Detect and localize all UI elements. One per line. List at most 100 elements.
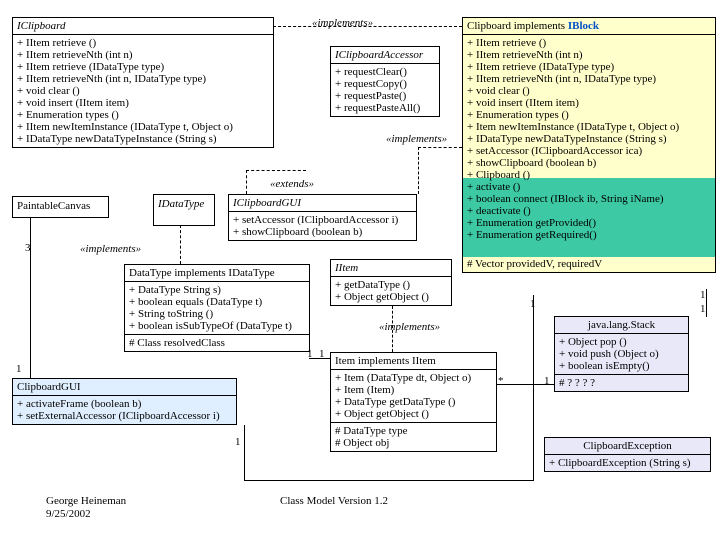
- line: [309, 358, 330, 359]
- class-title: IClipboard: [13, 18, 273, 35]
- footer-version: Class Model Version 1.2: [280, 495, 388, 507]
- class-exception: ClipboardException + ClipboardException …: [544, 437, 711, 472]
- op: + boolean connect (IBlock ib, String iNa…: [467, 193, 711, 205]
- op: + IItem retrieveNth (int n): [17, 49, 269, 61]
- attr: # Object obj: [335, 437, 492, 449]
- class-title: PaintableCanvas: [13, 197, 108, 215]
- class-title: ClipboardException: [545, 438, 710, 455]
- line: [418, 147, 419, 194]
- op: + Enumeration getRequired(): [467, 229, 711, 241]
- class-item: Item implements IItem + Item (DataType d…: [330, 352, 497, 452]
- mult: 1: [235, 436, 241, 448]
- op: + IDataType newDataTypeInstance (String …: [467, 133, 711, 145]
- class-body: + ClipboardException (String s): [545, 455, 710, 471]
- op: + requestPaste(): [335, 90, 435, 102]
- stereotype-implements: «implements»: [80, 243, 141, 255]
- op: + IDataType newDataTypeInstance (String …: [17, 133, 269, 145]
- op: + IItem retrieve (): [17, 37, 269, 49]
- op: + getDataType (): [335, 279, 447, 291]
- op: + activateFrame (boolean b): [17, 398, 232, 410]
- mult: 1: [16, 363, 22, 375]
- attr: # Vector providedV, requiredV: [467, 258, 711, 270]
- op: + deactivate (): [467, 205, 711, 217]
- txt: Clipboard implements: [467, 20, 568, 32]
- class-body: + IItem retrieve () + IItem retrieveNth …: [463, 35, 715, 243]
- stereotype-implements: «implements»: [379, 321, 440, 333]
- class-body: + requestClear() + requestCopy() + reque…: [331, 64, 439, 116]
- op: + Object getObject (): [335, 408, 492, 420]
- op: + showClipboard (boolean b): [467, 157, 711, 169]
- attr: # ? ? ? ?: [559, 377, 684, 389]
- op: + Item (DataType dt, Object o): [335, 372, 492, 384]
- class-iitem: IItem + getDataType () + Object getObjec…: [330, 259, 452, 306]
- class-attrs: # Class resolvedClass: [125, 334, 309, 351]
- line: [706, 289, 707, 317]
- line: [533, 295, 534, 480]
- op: + activate (): [467, 181, 711, 193]
- op: + setAccessor (IClipboardAccessor ica): [467, 145, 711, 157]
- op: + Enumeration getProvided(): [467, 217, 711, 229]
- op: + Enumeration types (): [467, 109, 711, 121]
- class-body: + activateFrame (boolean b) + setExterna…: [13, 396, 236, 424]
- mult: *: [498, 375, 504, 387]
- class-clipboard: Clipboard implements IBlock + IItem retr…: [462, 17, 716, 273]
- op: + requestCopy(): [335, 78, 435, 90]
- class-title: Clipboard implements IBlock: [463, 18, 715, 35]
- op: + setAccessor (IClipboardAccessor i): [233, 214, 412, 226]
- class-stack: java.lang.Stack + Object pop () + void p…: [554, 316, 689, 392]
- line: [244, 480, 534, 481]
- op: + Item newItemInstance (IDataType t, Obj…: [467, 121, 711, 133]
- attr: # Class resolvedClass: [129, 337, 305, 349]
- op: + void insert (IItem item): [467, 97, 711, 109]
- op: + DataType String s): [129, 284, 305, 296]
- op: + setExternalAccessor (IClipboardAccesso…: [17, 410, 232, 422]
- line: [246, 170, 247, 194]
- footer-date: 9/25/2002: [46, 508, 91, 520]
- class-datatype: DataType implements IDataType + DataType…: [124, 264, 310, 352]
- class-body: + Item (DataType dt, Object o) + Item (I…: [331, 370, 496, 422]
- op: + Enumeration types (): [17, 109, 269, 121]
- op: + IItem retrieveNth (int n, IDataType ty…: [467, 73, 711, 85]
- class-title: IClipboardAccessor: [331, 47, 439, 64]
- op: + Item (Item): [335, 384, 492, 396]
- line: [496, 384, 554, 385]
- class-body: + IItem retrieve () + IItem retrieveNth …: [13, 35, 273, 147]
- op: + boolean isEmpty(): [559, 360, 684, 372]
- class-attrs: # ? ? ? ?: [555, 374, 688, 391]
- class-title: ClipboardGUI: [13, 379, 236, 396]
- class-paintable: PaintableCanvas: [12, 196, 109, 218]
- op: + boolean isSubTypeOf (DataType t): [129, 320, 305, 332]
- op: + void clear (): [467, 85, 711, 97]
- class-title: IItem: [331, 260, 451, 277]
- line: [273, 26, 462, 27]
- op: + DataType getDataType (): [335, 396, 492, 408]
- line: [418, 147, 462, 148]
- class-title: Item implements IItem: [331, 353, 496, 370]
- class-title: IDataType: [154, 195, 214, 213]
- op: + ClipboardException (String s): [549, 457, 706, 469]
- op: + IItem retrieve (): [467, 37, 711, 49]
- class-body: + setAccessor (IClipboardAccessor i) + s…: [229, 212, 416, 240]
- class-body: + DataType String s) + boolean equals (D…: [125, 282, 309, 334]
- class-guiif: IClipboardGUI + setAccessor (IClipboardA…: [228, 194, 417, 241]
- class-idatatype: IDataType: [153, 194, 215, 226]
- class-title: IClipboardGUI: [229, 195, 416, 212]
- mult: 1: [700, 289, 706, 301]
- class-body: + getDataType () + Object getObject (): [331, 277, 451, 305]
- op: + requestClear(): [335, 66, 435, 78]
- class-title: DataType implements IDataType: [125, 265, 309, 282]
- line: [180, 225, 181, 264]
- op: + Object pop (): [559, 336, 684, 348]
- op: + Clipboard (): [467, 169, 711, 181]
- op: + IItem retrieve (IDataType type): [17, 61, 269, 73]
- class-iclipboard: IClipboard + IItem retrieve () + IItem r…: [12, 17, 274, 148]
- stereotype-implements: «implements»: [386, 133, 447, 145]
- op: + IItem retrieveNth (int n, IDataType ty…: [17, 73, 269, 85]
- class-accessor: IClipboardAccessor + requestClear() + re…: [330, 46, 440, 117]
- class-title: java.lang.Stack: [555, 317, 688, 334]
- op: + IItem newItemInstance (IDataType t, Ob…: [17, 121, 269, 133]
- class-attrs: # DataType type # Object obj: [331, 422, 496, 451]
- class-gui: ClipboardGUI + activateFrame (boolean b)…: [12, 378, 237, 425]
- mult: 1: [544, 375, 550, 387]
- op: + showClipboard (boolean b): [233, 226, 412, 238]
